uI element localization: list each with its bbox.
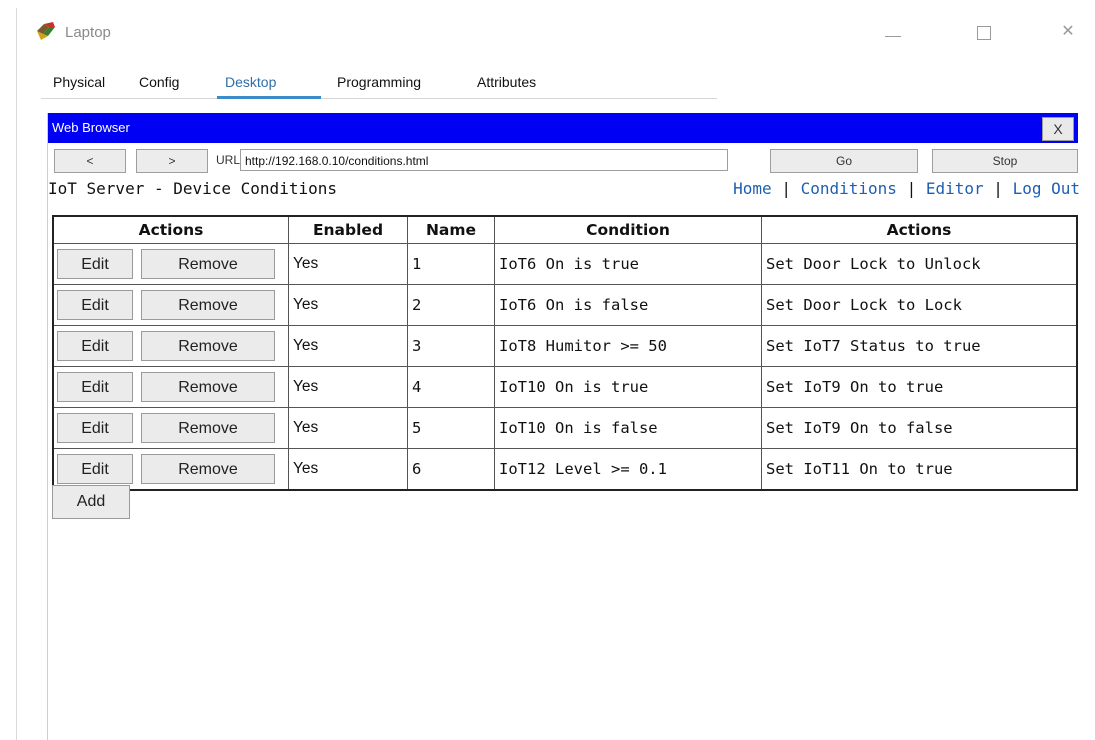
cell-condition: IoT6 On is false <box>494 284 762 326</box>
row-action-buttons: Edit Remove <box>52 284 289 326</box>
web-browser-panel: Web Browser X < > URL http://192.168.0.1… <box>47 113 1080 740</box>
edit-button[interactable]: Edit <box>57 413 133 443</box>
header-actions-result: Actions <box>761 215 1078 244</box>
logout-link[interactable]: Log Out <box>1013 179 1080 198</box>
cell-action: Set IoT7 Status to true <box>761 325 1078 367</box>
cell-condition: IoT6 On is true <box>494 243 762 285</box>
remove-button[interactable]: Remove <box>141 413 275 443</box>
laptop-window: Laptop ✕ Physical Config Desktop Program… <box>16 8 1088 740</box>
url-label: URL <box>216 153 241 167</box>
remove-button[interactable]: Remove <box>141 331 275 361</box>
cell-enabled: Yes <box>288 407 408 449</box>
table-row: Edit Remove Yes 6 IoT12 Level >= 0.1 Set IoT1… <box>52 448 1078 491</box>
remove-button[interactable]: Remove <box>141 454 275 484</box>
conditions-link[interactable]: Conditions <box>801 179 897 198</box>
edit-button[interactable]: Edit <box>57 249 133 279</box>
cell-action: Set IoT11 On to true <box>761 448 1078 491</box>
table-row: Edit Remove Yes 5 IoT10 On is false Set IoT9 … <box>52 407 1078 449</box>
window-title: Laptop <box>65 24 111 41</box>
link-separator: | <box>993 179 1003 198</box>
tab-config[interactable]: Config <box>127 66 213 98</box>
minimize-button[interactable] <box>877 20 907 44</box>
cell-enabled: Yes <box>288 284 408 326</box>
tab-attributes[interactable]: Attributes <box>465 66 589 98</box>
maximize-button[interactable] <box>969 20 999 44</box>
browser-navbar: < > URL http://192.168.0.10/conditions.h… <box>48 149 1078 175</box>
tab-physical[interactable]: Physical <box>41 66 127 98</box>
cell-condition: IoT8 Humitor >= 50 <box>494 325 762 367</box>
remove-button[interactable]: Remove <box>141 372 275 402</box>
stop-button[interactable]: Stop <box>932 149 1078 173</box>
row-action-buttons: Edit Remove <box>52 243 289 285</box>
link-separator: | <box>906 179 917 198</box>
browser-titlebar: Web Browser X <box>48 113 1078 143</box>
edit-button[interactable]: Edit <box>57 290 133 320</box>
conditions-table: Actions Enabled Name Condition Actions E… <box>52 215 1078 491</box>
remove-button[interactable]: Remove <box>141 290 275 320</box>
editor-link[interactable]: Editor <box>926 179 984 198</box>
link-separator: | <box>781 179 791 198</box>
table-header-row: Actions Enabled Name Condition Actions <box>52 215 1078 244</box>
cell-action: Set Door Lock to Lock <box>761 284 1078 326</box>
table-row: Edit Remove Yes 4 IoT10 On is true Set IoT9 O… <box>52 366 1078 408</box>
close-icon: ✕ <box>1061 23 1075 40</box>
header-enabled: Enabled <box>288 215 408 244</box>
cell-name: 4 <box>407 366 495 408</box>
maximize-icon <box>977 26 991 40</box>
page-title: IoT Server - Device Conditions <box>48 179 337 198</box>
cell-enabled: Yes <box>288 448 408 491</box>
header-name: Name <box>407 215 495 244</box>
header-condition: Condition <box>494 215 762 244</box>
row-action-buttons: Edit Remove <box>52 366 289 408</box>
cell-enabled: Yes <box>288 325 408 367</box>
edit-button[interactable]: Edit <box>57 372 133 402</box>
edit-button[interactable]: Edit <box>57 454 133 484</box>
tab-programming[interactable]: Programming <box>325 66 465 98</box>
cell-action: Set IoT9 On to false <box>761 407 1078 449</box>
tab-bar: Physical Config Desktop Programming Attr… <box>41 66 717 99</box>
cell-name: 1 <box>407 243 495 285</box>
edit-button[interactable]: Edit <box>57 331 133 361</box>
cell-condition: IoT10 On is false <box>494 407 762 449</box>
page-nav-links: Home | Conditions | Editor | Log Out <box>733 179 1080 198</box>
go-button[interactable]: Go <box>770 149 918 173</box>
minimize-icon <box>885 36 901 37</box>
laptop-app-icon <box>37 22 55 40</box>
browser-close-button[interactable]: X <box>1042 117 1074 141</box>
cell-name: 3 <box>407 325 495 367</box>
cell-name: 5 <box>407 407 495 449</box>
table-row: Edit Remove Yes 3 IoT8 Humitor >= 50 Set IoT7… <box>52 325 1078 367</box>
cell-action: Set IoT9 On to true <box>761 366 1078 408</box>
row-action-buttons: Edit Remove <box>52 325 289 367</box>
back-button[interactable]: < <box>54 149 126 173</box>
cell-enabled: Yes <box>288 366 408 408</box>
table-body: Edit Remove Yes 1 IoT6 On is true Set Door Lo… <box>52 243 1078 491</box>
row-action-buttons: Edit Remove <box>52 407 289 449</box>
table-row: Edit Remove Yes 2 IoT6 On is false Set Door L… <box>52 284 1078 326</box>
remove-button[interactable]: Remove <box>141 249 275 279</box>
window-close-button[interactable]: ✕ <box>1053 20 1083 44</box>
url-input[interactable]: http://192.168.0.10/conditions.html <box>240 149 728 171</box>
window-titlebar: Laptop ✕ <box>17 8 1088 58</box>
cell-condition: IoT10 On is true <box>494 366 762 408</box>
table-row: Edit Remove Yes 1 IoT6 On is true Set Door Lo… <box>52 243 1078 285</box>
cell-name: 2 <box>407 284 495 326</box>
cell-action: Set Door Lock to Unlock <box>761 243 1078 285</box>
cell-name: 6 <box>407 448 495 491</box>
forward-button[interactable]: > <box>136 149 208 173</box>
header-actions: Actions <box>52 215 289 244</box>
tab-desktop[interactable]: Desktop <box>213 66 325 99</box>
cell-condition: IoT12 Level >= 0.1 <box>494 448 762 491</box>
screen: Laptop ✕ Physical Config Desktop Program… <box>0 0 1095 740</box>
browser-title: Web Browser <box>52 120 130 135</box>
home-link[interactable]: Home <box>733 179 772 198</box>
add-button[interactable]: Add <box>52 485 130 519</box>
row-action-buttons: Edit Remove <box>52 448 289 491</box>
cell-enabled: Yes <box>288 243 408 285</box>
